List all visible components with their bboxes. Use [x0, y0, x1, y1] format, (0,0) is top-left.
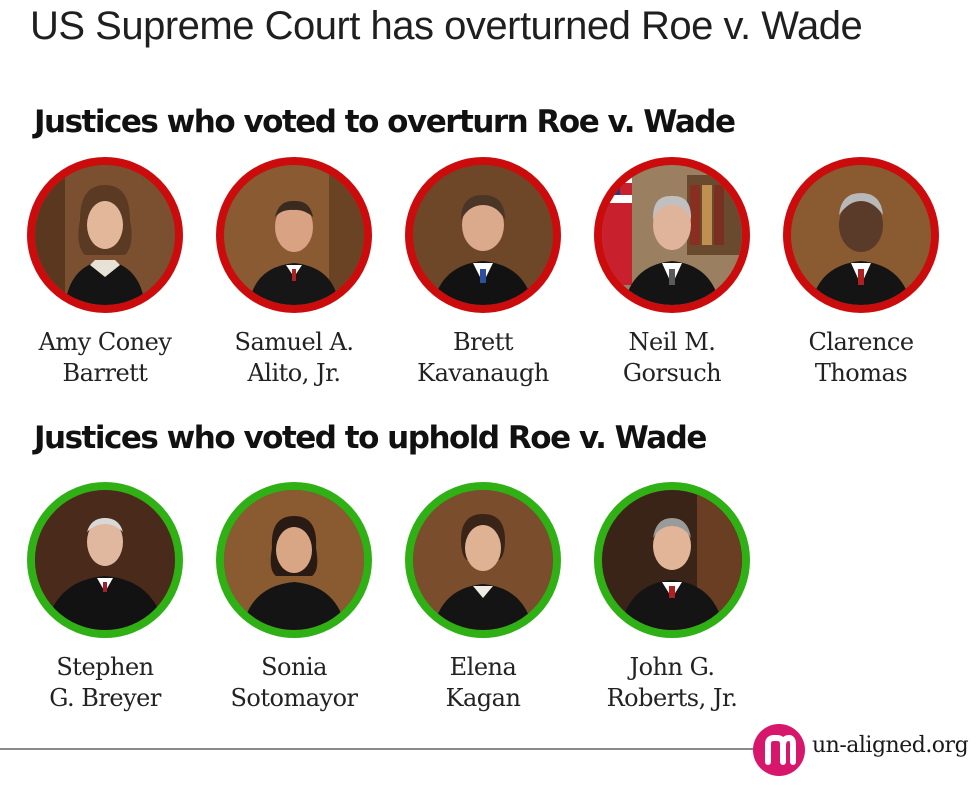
portrait-ring — [594, 157, 750, 313]
name-line-1: Amy Coney — [38, 328, 172, 356]
name-line-1: Elena — [449, 653, 517, 681]
justice-name: Amy Coney Barrett — [10, 327, 200, 389]
name-line-1: Brett — [452, 328, 514, 356]
name-line-2: Gorsuch — [622, 359, 722, 387]
name-line-1: John G. — [629, 653, 715, 681]
name-line-1: Sonia — [261, 653, 327, 681]
justice-name: Samuel A. Alito, Jr. — [199, 327, 389, 389]
portrait-ring — [405, 482, 561, 638]
justice-name: Clarence Thomas — [766, 327, 956, 389]
justice-name: Stephen G. Breyer — [10, 652, 200, 714]
justice-card-breyer: Stephen G. Breyer — [10, 482, 200, 714]
justice-card-gorsuch: Neil M. Gorsuch — [577, 157, 767, 389]
justice-card-roberts: John G. Roberts, Jr. — [577, 482, 767, 714]
name-line-2: G. Breyer — [49, 684, 161, 712]
justice-name: John G. Roberts, Jr. — [577, 652, 767, 714]
justice-name: Neil M. Gorsuch — [577, 327, 767, 389]
portrait-ring — [594, 482, 750, 638]
justice-name: Brett Kavanaugh — [388, 327, 578, 389]
footer-site-link[interactable]: un-aligned.org — [812, 733, 969, 758]
portrait-ring — [405, 157, 561, 313]
justice-card-alito: Samuel A. Alito, Jr. — [199, 157, 389, 389]
page-title: US Supreme Court has overturned Roe v. W… — [30, 4, 863, 48]
portrait-ring — [216, 482, 372, 638]
portrait-roberts — [602, 490, 742, 630]
justice-card-kavanaugh: Brett Kavanaugh — [388, 157, 578, 389]
overturn-heading: Justices who voted to overturn Roe v. Wa… — [34, 104, 736, 140]
name-line-2: Alito, Jr. — [247, 359, 341, 387]
portrait-ring — [27, 157, 183, 313]
justice-name: Sonia Sotomayor — [199, 652, 389, 714]
justice-card-thomas: Clarence Thomas — [766, 157, 956, 389]
uphold-heading: Justices who voted to uphold Roe v. Wade — [34, 420, 707, 456]
name-line-1: Neil M. — [628, 328, 716, 356]
name-line-1: Stephen — [56, 653, 154, 681]
portrait-ring — [27, 482, 183, 638]
name-line-1: Clarence — [808, 328, 914, 356]
portrait-breyer — [35, 490, 175, 630]
portrait-thomas — [791, 165, 931, 305]
portrait-barrett — [35, 165, 175, 305]
name-line-2: Barrett — [62, 359, 148, 387]
name-line-2: Kagan — [445, 684, 521, 712]
name-line-2: Roberts, Jr. — [606, 684, 738, 712]
portrait-ring — [216, 157, 372, 313]
name-line-2: Sotomayor — [230, 684, 358, 712]
justice-card-kagan: Elena Kagan — [388, 482, 578, 714]
justice-name: Elena Kagan — [388, 652, 578, 714]
name-line-2: Kavanaugh — [417, 359, 549, 387]
un-aligned-logo-icon — [753, 724, 805, 776]
portrait-gorsuch — [602, 165, 742, 305]
footer-divider — [0, 748, 755, 750]
justice-card-sotomayor: Sonia Sotomayor — [199, 482, 389, 714]
name-line-1: Samuel A. — [234, 328, 354, 356]
justice-card-barrett: Amy Coney Barrett — [10, 157, 200, 389]
portrait-ring — [783, 157, 939, 313]
portrait-kagan — [413, 490, 553, 630]
name-line-2: Thomas — [814, 359, 908, 387]
portrait-alito — [224, 165, 364, 305]
portrait-sotomayor — [224, 490, 364, 630]
portrait-kavanaugh — [413, 165, 553, 305]
